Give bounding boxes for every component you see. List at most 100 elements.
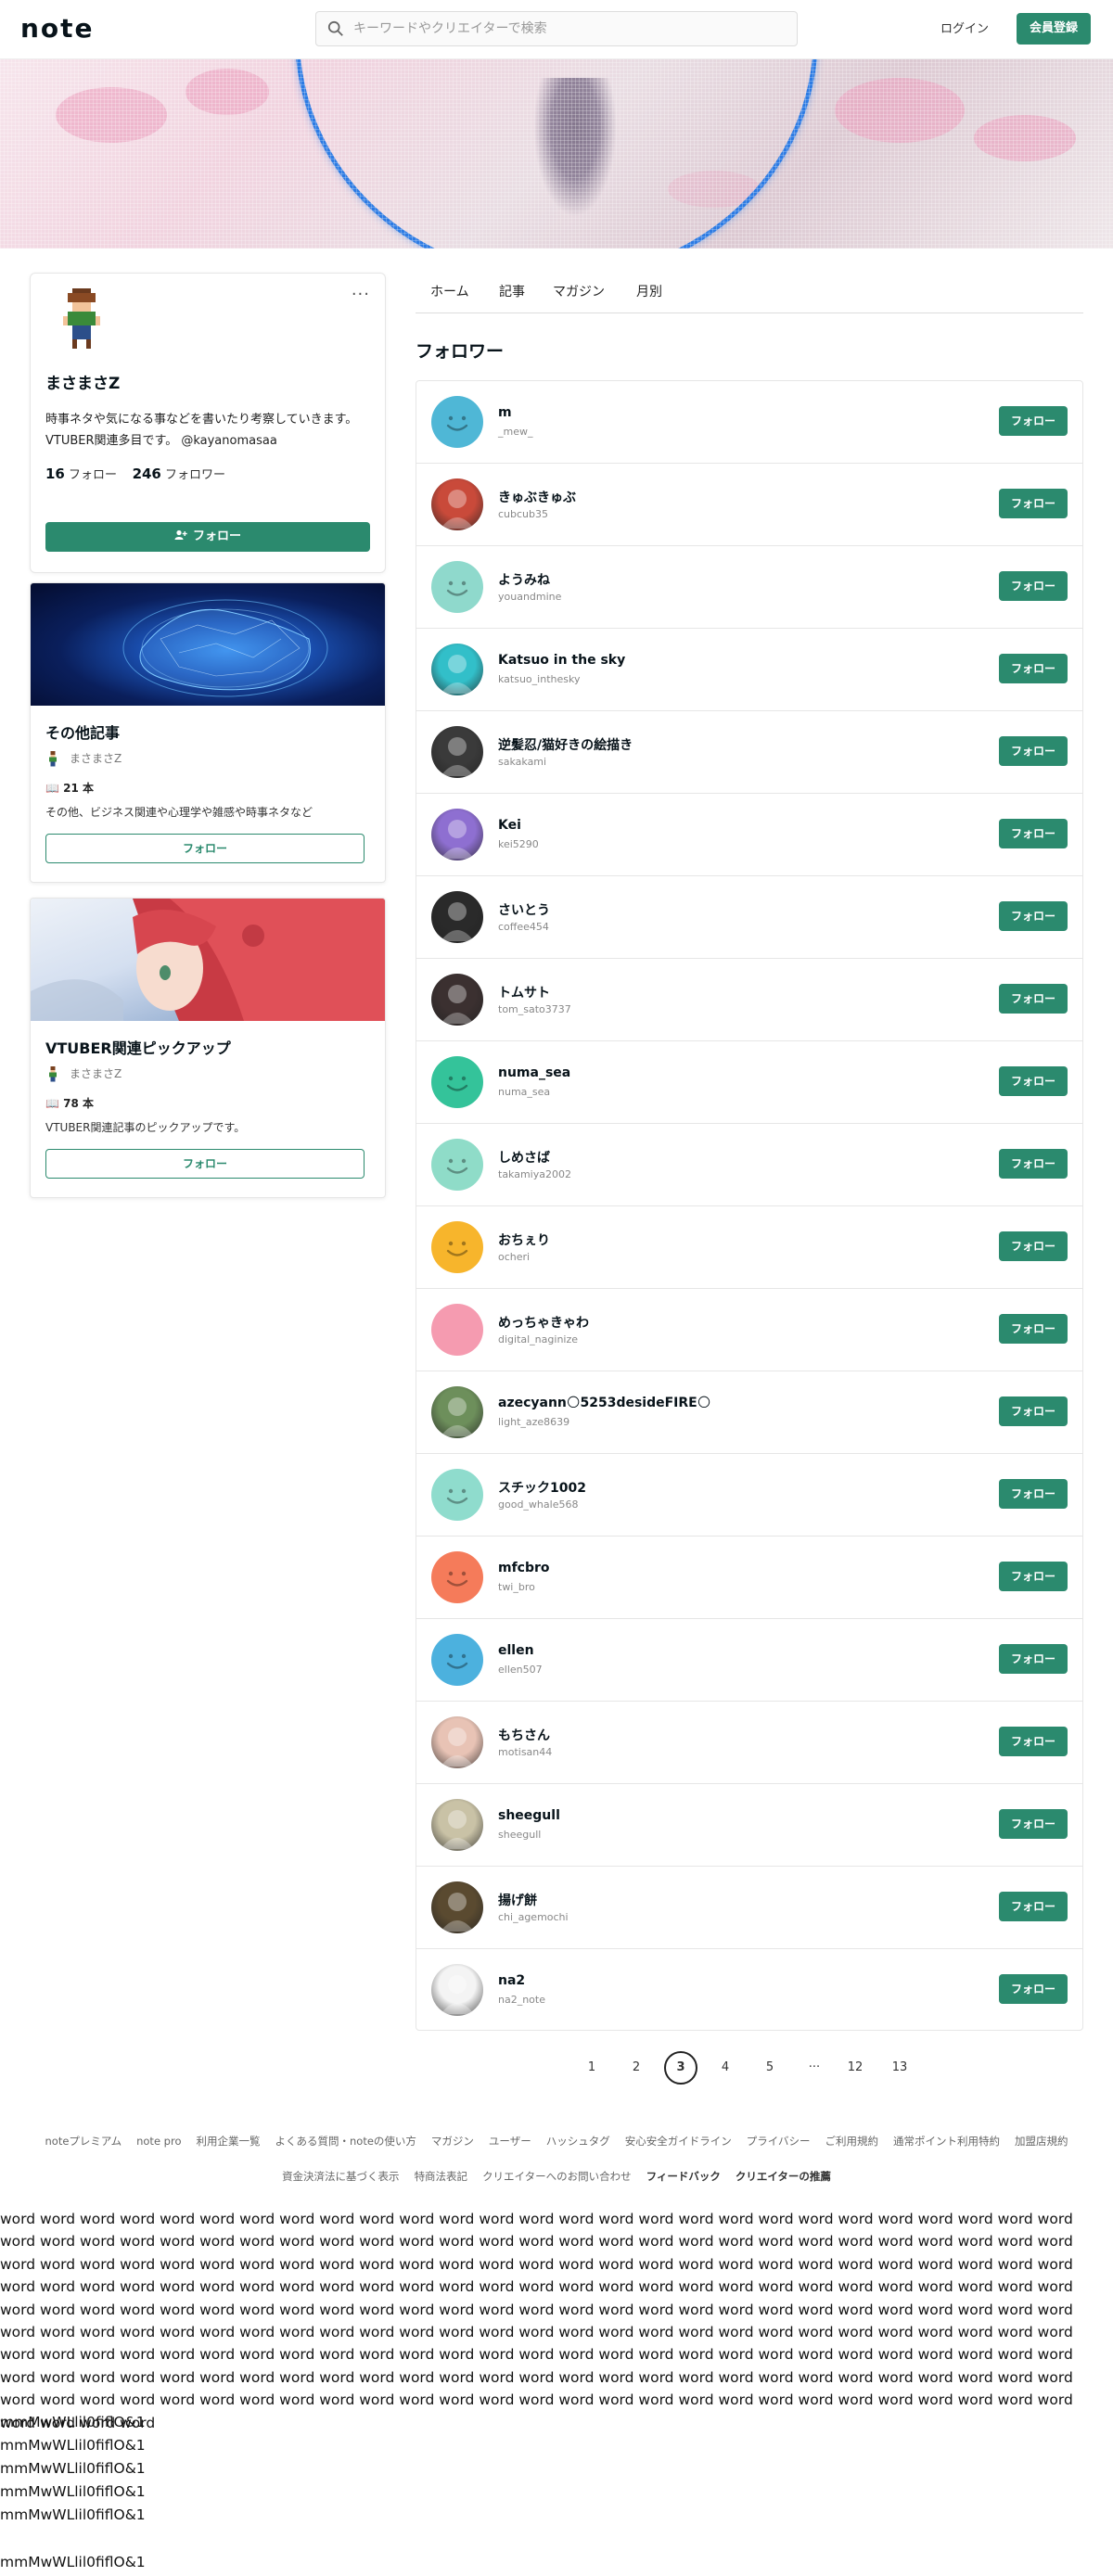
follow-button[interactable]: フォロー <box>999 1727 1068 1756</box>
follow-button[interactable]: フォロー <box>999 1314 1068 1344</box>
follow-button[interactable]: フォロー <box>999 901 1068 931</box>
search-box[interactable] <box>315 11 798 46</box>
pixel-avatar-icon[interactable] <box>58 288 105 353</box>
tab-home[interactable]: ホーム <box>430 282 469 300</box>
more-options-button[interactable]: ··· <box>352 285 370 304</box>
follower-name[interactable]: スチック1002 <box>498 1478 586 1497</box>
followers-link[interactable]: 246 フォロワー <box>133 465 225 482</box>
follower-name[interactable]: ellen <box>498 1643 534 1658</box>
follower-avatar[interactable] <box>431 1221 483 1273</box>
pagination-page[interactable]: 13 <box>883 2051 916 2085</box>
magazine-card[interactable]: VTUBER関連ピックアップ まさまさZ 📖 78 本 VTUBER関連記事のピ… <box>30 898 386 1198</box>
follow-button[interactable]: フォロー <box>999 984 1068 1014</box>
pagination-page[interactable]: 3 <box>664 2051 697 2085</box>
follower-avatar[interactable] <box>431 1056 483 1108</box>
follow-button[interactable]: フォロー <box>999 1644 1068 1674</box>
follow-button[interactable]: フォロー <box>999 1892 1068 1921</box>
follower-avatar[interactable] <box>431 726 483 778</box>
follower-avatar[interactable] <box>431 478 483 530</box>
footer-link[interactable]: 資金決済法に基づく表示 <box>282 2170 400 2183</box>
follower-row[interactable]: スチック1002 good_whale568 フォロー <box>416 1454 1082 1537</box>
footer-link[interactable]: マガジン <box>431 2135 474 2148</box>
follower-avatar[interactable] <box>431 891 483 943</box>
follow-button[interactable]: フォロー <box>999 489 1068 518</box>
footer-link[interactable]: クリエイターの推薦 <box>736 2170 831 2183</box>
follower-row[interactable]: Kei kei5290 フォロー <box>416 794 1082 876</box>
follower-row[interactable]: na2 na2_note フォロー <box>416 1949 1082 2032</box>
follower-name[interactable]: 逆髪忍/猫好きの絵描き <box>498 735 633 754</box>
follow-button[interactable]: フォロー <box>999 1231 1068 1261</box>
follower-name[interactable]: きゅぶきゅぶ <box>498 488 576 506</box>
footer-link[interactable]: 加盟店規約 <box>1015 2135 1068 2148</box>
footer-link[interactable]: note pro <box>136 2135 181 2148</box>
follower-name[interactable]: numa_sea <box>498 1065 570 1080</box>
magazine-author[interactable]: まさまさZ <box>45 1065 122 1083</box>
pagination-page[interactable]: 5 <box>753 2051 787 2085</box>
follower-name[interactable]: azecyann🌕5253desideFIRE🌕 <box>498 1396 710 1410</box>
footer-link[interactable]: ハッシュタグ <box>546 2135 610 2148</box>
follower-row[interactable]: しめさば takamiya2002 フォロー <box>416 1124 1082 1206</box>
follower-name[interactable]: トムサト <box>498 983 550 1001</box>
follow-button[interactable]: フォロー <box>999 1396 1068 1426</box>
pagination-page[interactable]: 1 <box>575 2051 608 2085</box>
follower-avatar[interactable] <box>431 1799 483 1851</box>
follower-name[interactable]: sheegull <box>498 1808 560 1823</box>
pagination-page[interactable]: 12 <box>838 2051 872 2085</box>
follow-button[interactable]: フォロー <box>999 1562 1068 1591</box>
footer-link[interactable]: ユーザー <box>489 2135 531 2148</box>
pagination-page[interactable]: 2 <box>620 2051 653 2085</box>
follower-avatar[interactable] <box>431 561 483 613</box>
tab-magazines[interactable]: マガジン <box>553 282 605 300</box>
follower-name[interactable]: 揚げ餅 <box>498 1891 537 1909</box>
magazine-follow-button[interactable]: フォロー <box>45 834 365 863</box>
footer-link[interactable]: 通常ポイント利用特約 <box>893 2135 1000 2148</box>
follow-button[interactable]: フォロー <box>999 1479 1068 1509</box>
follower-row[interactable]: トムサト tom_sato3737 フォロー <box>416 959 1082 1041</box>
profile-follow-button[interactable]: フォロー <box>45 522 370 552</box>
follower-avatar[interactable] <box>431 1469 483 1521</box>
magazine-card[interactable]: その他記事 まさまさZ 📖 21 本 その他、ビジネス関連や心理学や雑感や時事ネ… <box>30 582 386 883</box>
note-logo[interactable]: note <box>20 13 95 44</box>
follower-name[interactable]: na2 <box>498 1973 525 1988</box>
follow-button[interactable]: フォロー <box>999 819 1068 848</box>
footer-link[interactable]: クリエイターへのお問い合わせ <box>482 2170 632 2183</box>
search-input[interactable] <box>353 12 789 45</box>
follow-button[interactable]: フォロー <box>999 654 1068 683</box>
follower-row[interactable]: Katsuo in the sky katsuo_inthesky フォロー <box>416 629 1082 711</box>
follower-row[interactable]: sheegull sheegull フォロー <box>416 1784 1082 1867</box>
footer-link[interactable]: 安心安全ガイドライン <box>625 2135 732 2148</box>
follower-avatar[interactable] <box>431 1716 483 1768</box>
follower-row[interactable]: さいとう coffee454 フォロー <box>416 876 1082 959</box>
follower-row[interactable]: もちさん motisan44 フォロー <box>416 1702 1082 1784</box>
follow-button[interactable]: フォロー <box>999 406 1068 436</box>
follower-name[interactable]: おちぇり <box>498 1231 550 1249</box>
follower-avatar[interactable] <box>431 1139 483 1191</box>
follower-name[interactable]: めっちゃきゃわ <box>498 1313 589 1332</box>
login-link[interactable]: ログイン <box>928 13 1002 46</box>
magazine-title[interactable]: その他記事 <box>45 721 120 743</box>
follower-name[interactable]: mfcbro <box>498 1561 550 1575</box>
signup-button[interactable]: 会員登録 <box>1017 13 1091 45</box>
follow-button[interactable]: フォロー <box>999 1974 1068 2004</box>
magazine-follow-button[interactable]: フォロー <box>45 1149 365 1179</box>
follower-row[interactable]: めっちゃきゃわ digital_naginize フォロー <box>416 1289 1082 1371</box>
footer-link[interactable]: 利用企業一覧 <box>197 2135 261 2148</box>
follower-row[interactable]: mfcbro twi_bro フォロー <box>416 1537 1082 1619</box>
tab-articles[interactable]: 記事 <box>499 282 525 300</box>
follower-avatar[interactable] <box>431 1386 483 1438</box>
follower-row[interactable]: numa_sea numa_sea フォロー <box>416 1041 1082 1124</box>
footer-link[interactable]: フィードバック <box>646 2170 721 2183</box>
follower-avatar[interactable] <box>431 1551 483 1603</box>
follower-name[interactable]: もちさん <box>498 1726 550 1744</box>
follower-name[interactable]: しめさば <box>498 1148 550 1167</box>
footer-link[interactable]: noteプレミアム <box>45 2135 122 2148</box>
follow-button[interactable]: フォロー <box>999 571 1068 601</box>
footer-link[interactable]: ご利用規約 <box>825 2135 878 2148</box>
follower-row[interactable]: ellen ellen507 フォロー <box>416 1619 1082 1702</box>
follow-button[interactable]: フォロー <box>999 736 1068 766</box>
footer-link[interactable]: よくある質問・noteの使い方 <box>275 2135 416 2148</box>
follow-button[interactable]: フォロー <box>999 1066 1068 1096</box>
follower-row[interactable]: azecyann🌕5253desideFIRE🌕 light_aze8639 フォロ… <box>416 1371 1082 1454</box>
follower-row[interactable]: きゅぶきゅぶ cubcub35 フォロー <box>416 464 1082 546</box>
follower-row[interactable]: ようみね youandmine フォロー <box>416 546 1082 629</box>
